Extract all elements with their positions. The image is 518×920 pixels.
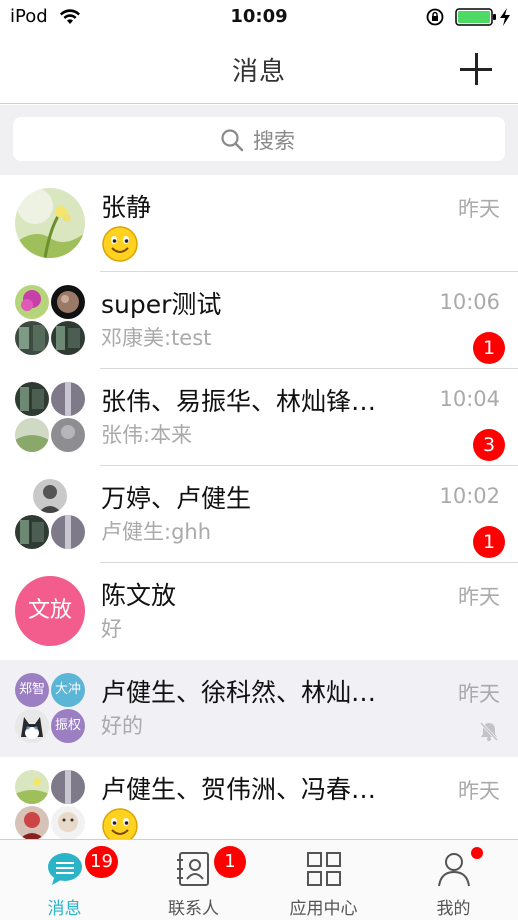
conversation-preview: 卢健生:ghh bbox=[101, 520, 212, 544]
conversation-time: 10:02 bbox=[439, 484, 500, 508]
person-icon bbox=[438, 853, 470, 887]
conversation-preview: 张伟:本来 bbox=[101, 423, 193, 447]
unread-badge: 3 bbox=[473, 429, 505, 461]
conversation-name: 陈文放 bbox=[101, 581, 177, 610]
page-title: 消息 bbox=[231, 57, 286, 87]
mute-bell-icon bbox=[479, 721, 499, 742]
conversation-row[interactable]: 万婷、卢健生 卢健生:ghh 10:02 1 bbox=[0, 466, 518, 563]
conversation-preview: 好的 bbox=[101, 714, 143, 738]
member-text-avatar: 大冲 bbox=[51, 673, 85, 707]
conversation-row[interactable]: 张伟、易振华、林灿锋… 张伟:本来 10:04 3 bbox=[0, 369, 518, 466]
member-avatar bbox=[51, 515, 85, 549]
grid-apps-icon bbox=[307, 852, 341, 886]
unread-badge: 1 bbox=[473, 526, 505, 558]
conversation-name: super测试 bbox=[101, 290, 222, 319]
member-avatar bbox=[15, 770, 49, 804]
conversation-row[interactable]: 文放 陈文放 好 昨天 bbox=[0, 563, 518, 660]
member-avatar bbox=[33, 479, 67, 513]
tab-me[interactable]: 我的 bbox=[389, 840, 518, 920]
group-avatar bbox=[15, 285, 85, 355]
notification-dot bbox=[471, 847, 483, 859]
search-icon bbox=[221, 129, 244, 152]
tab-label: 应用中心 bbox=[289, 899, 358, 919]
battery-icon bbox=[455, 8, 496, 26]
member-text-avatar: 振权 bbox=[51, 709, 85, 743]
charging-bolt-icon bbox=[500, 8, 510, 26]
conversation-name: 卢健生、贺伟洲、冯春… bbox=[101, 775, 377, 804]
tab-badge: 19 bbox=[85, 846, 118, 878]
tab-app-center[interactable]: 应用中心 bbox=[259, 840, 388, 920]
text-avatar: 文放 bbox=[15, 576, 85, 646]
conversation-name: 张伟、易振华、林灿锋… bbox=[101, 387, 377, 416]
conversation-name: 张静 bbox=[101, 193, 152, 222]
conversation-row[interactable]: 郑智 大冲 振权 卢健生、徐科然、林灿… 好的 昨天 bbox=[0, 660, 518, 757]
member-avatar bbox=[51, 806, 85, 840]
conversation-row[interactable]: super测试 邓康美:test 10:06 1 bbox=[0, 272, 518, 369]
chat-bubble-icon bbox=[48, 853, 82, 885]
conversation-name: 万婷、卢健生 bbox=[101, 484, 252, 513]
add-button[interactable] bbox=[460, 52, 496, 88]
conversation-preview: 好 bbox=[101, 617, 122, 641]
member-avatar bbox=[51, 321, 85, 355]
conversation-time: 昨天 bbox=[458, 779, 500, 803]
conversation-preview: 邓康美:test bbox=[101, 326, 212, 350]
search-bar-container: 搜索 bbox=[0, 105, 518, 175]
conversation-time: 昨天 bbox=[458, 197, 500, 221]
rotation-lock-icon bbox=[426, 8, 444, 26]
conversation-time: 10:06 bbox=[439, 290, 500, 314]
group-avatar bbox=[15, 479, 85, 549]
member-avatar bbox=[15, 515, 49, 549]
tab-contacts[interactable]: 1 联系人 bbox=[129, 840, 258, 920]
member-avatar bbox=[51, 382, 85, 416]
contacts-book-icon bbox=[177, 852, 209, 886]
tab-badge: 1 bbox=[214, 846, 246, 878]
tab-label: 消息 bbox=[47, 899, 82, 919]
member-avatar bbox=[51, 285, 85, 319]
conversation-name: 卢健生、徐科然、林灿… bbox=[101, 678, 377, 707]
group-avatar bbox=[15, 382, 85, 452]
member-avatar bbox=[15, 709, 49, 743]
tab-messages[interactable]: 19 消息 bbox=[0, 840, 129, 920]
conversation-row[interactable]: 张静 昨天 bbox=[0, 175, 518, 272]
group-avatar bbox=[15, 770, 85, 840]
navigation-bar: 消息 bbox=[0, 34, 518, 104]
tab-bar: 19 消息 1 联系人 应用中心 我的 bbox=[0, 839, 518, 920]
member-avatar bbox=[15, 382, 49, 416]
conversation-time: 昨天 bbox=[458, 585, 500, 609]
member-avatar bbox=[15, 806, 49, 840]
status-bar: iPod 10:09 bbox=[0, 0, 518, 34]
member-avatar bbox=[51, 770, 85, 804]
conversation-time: 10:04 bbox=[439, 387, 500, 411]
member-avatar bbox=[15, 285, 49, 319]
tab-label: 联系人 bbox=[168, 899, 219, 919]
member-text-avatar: 郑智 bbox=[15, 673, 49, 707]
member-avatar bbox=[15, 321, 49, 355]
group-avatar: 郑智 大冲 振权 bbox=[15, 673, 85, 743]
unread-badge: 1 bbox=[473, 332, 505, 364]
member-avatar bbox=[15, 418, 49, 452]
tab-label: 我的 bbox=[436, 899, 471, 919]
search-placeholder: 搜索 bbox=[253, 129, 295, 153]
member-avatar bbox=[51, 418, 85, 452]
avatar bbox=[15, 188, 85, 258]
conversation-time: 昨天 bbox=[458, 682, 500, 706]
smiley-emoji-icon bbox=[102, 226, 138, 262]
search-input[interactable]: 搜索 bbox=[13, 117, 505, 161]
